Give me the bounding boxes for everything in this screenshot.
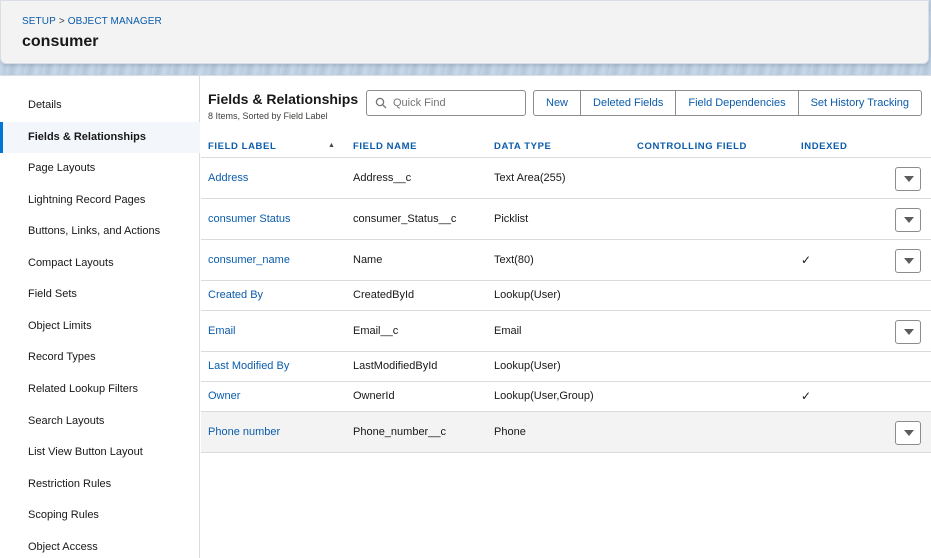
sidebar-item-compact-layouts[interactable]: Compact Layouts xyxy=(0,248,200,279)
column-header-field-name[interactable]: FIELD NAME xyxy=(353,141,417,152)
sidebar-item-restriction-rules[interactable]: Restriction Rules xyxy=(0,469,200,500)
set-history-tracking-button[interactable]: Set History Tracking xyxy=(799,91,921,115)
sidebar-item-buttons-links-and-actions[interactable]: Buttons, Links, and Actions xyxy=(0,216,200,247)
field-label-link[interactable]: Owner xyxy=(208,390,240,402)
field-name-cell: Phone_number__c xyxy=(353,426,446,438)
sidebar-item-related-lookup-filters[interactable]: Related Lookup Filters xyxy=(0,374,200,405)
field-name-cell: consumer_Status__c xyxy=(353,213,457,225)
data-type-cell: Text(80) xyxy=(494,254,534,266)
deleted-fields-button[interactable]: Deleted Fields xyxy=(581,91,677,115)
chevron-down-icon xyxy=(904,217,914,223)
breadcrumb-separator: > xyxy=(58,16,65,27)
field-name-cell: CreatedById xyxy=(353,289,415,301)
field-label-link[interactable]: consumer_name xyxy=(208,254,290,266)
table-row: consumer_name Name Text(80) ✓ xyxy=(201,240,931,281)
table-row: Email Email__c Email xyxy=(201,311,931,352)
new-button[interactable]: New xyxy=(534,91,582,115)
column-header-field-label[interactable]: FIELD LABEL xyxy=(208,141,276,152)
page-title: consumer xyxy=(22,33,99,50)
sort-ascending-icon[interactable]: ▲ xyxy=(328,142,335,149)
column-header-indexed[interactable]: INDEXED xyxy=(801,141,847,152)
sidebar-item-object-limits[interactable]: Object Limits xyxy=(0,311,200,342)
field-label-link[interactable]: Last Modified By xyxy=(208,360,289,372)
field-name-cell: Name xyxy=(353,254,383,266)
content-panel: Details Fields & Relationships Page Layout… xyxy=(0,75,931,558)
field-name-cell: OwnerId xyxy=(353,390,395,402)
search-icon xyxy=(375,97,387,109)
field-name-cell: LastModifiedById xyxy=(353,360,438,372)
sidebar: Details Fields & Relationships Page Layout… xyxy=(0,76,200,558)
indexed-check-icon: ✓ xyxy=(801,389,812,403)
toolbar-button-group: New Deleted Fields Field Dependencies Se… xyxy=(533,90,922,116)
field-dependencies-button[interactable]: Field Dependencies xyxy=(676,91,799,115)
table-row: Created By CreatedById Lookup(User) xyxy=(201,281,931,311)
row-actions-dropdown-button[interactable] xyxy=(895,421,921,445)
sidebar-item-fields-relationships[interactable]: Fields & Relationships xyxy=(0,122,200,153)
chevron-down-icon xyxy=(904,329,914,335)
table-row: Phone number Phone_number__c Phone xyxy=(201,412,931,453)
table-row: Address Address__c Text Area(255) xyxy=(201,158,931,199)
field-label-link[interactable]: Address xyxy=(208,172,248,184)
row-actions-dropdown-button[interactable] xyxy=(895,249,921,273)
field-label-link[interactable]: consumer Status xyxy=(208,213,291,225)
breadcrumb-setup[interactable]: SETUP xyxy=(22,16,56,27)
table-row: consumer Status consumer_Status__c Picklis… xyxy=(201,199,931,240)
data-type-cell: Lookup(User,Group) xyxy=(494,390,594,402)
row-actions-dropdown-button[interactable] xyxy=(895,320,921,344)
sidebar-item-object-access[interactable]: Object Access xyxy=(0,532,200,558)
data-type-cell: Lookup(User) xyxy=(494,289,561,301)
sidebar-item-details[interactable]: Details xyxy=(0,90,200,121)
sidebar-item-page-layouts[interactable]: Page Layouts xyxy=(0,153,200,184)
table-header: FIELD LABEL ▲ FIELD NAME DATA TYPE CONTR… xyxy=(201,134,931,158)
column-header-data-type[interactable]: DATA TYPE xyxy=(494,141,551,152)
column-header-controlling-field[interactable]: CONTROLLING FIELD xyxy=(637,141,747,152)
sidebar-item-lightning-record-pages[interactable]: Lightning Record Pages xyxy=(0,185,200,216)
sidebar-item-field-sets[interactable]: Field Sets xyxy=(0,279,200,310)
field-name-cell: Address__c xyxy=(353,172,412,184)
sidebar-item-list-view-button-layout[interactable]: List View Button Layout xyxy=(0,437,200,468)
row-actions-dropdown-button[interactable] xyxy=(895,167,921,191)
indexed-check-icon: ✓ xyxy=(801,253,812,267)
sidebar-item-scoping-rules[interactable]: Scoping Rules xyxy=(0,500,200,531)
section-subtitle: 8 Items, Sorted by Field Label xyxy=(208,111,328,121)
table-row: Last Modified By LastModifiedById Lookup(U… xyxy=(201,352,931,382)
section-title: Fields & Relationships xyxy=(208,91,359,107)
field-name-cell: Email__c xyxy=(353,325,399,337)
chevron-down-icon xyxy=(904,176,914,182)
sidebar-item-search-layouts[interactable]: Search Layouts xyxy=(0,406,200,437)
data-type-cell: Text Area(255) xyxy=(494,172,566,184)
quick-find-input[interactable] xyxy=(393,94,523,112)
main-content: Fields & Relationships 8 Items, Sorted b… xyxy=(201,76,931,558)
field-label-link[interactable]: Email xyxy=(208,325,236,337)
chevron-down-icon xyxy=(904,430,914,436)
breadcrumb: SETUP > OBJECT MANAGER xyxy=(22,16,162,27)
chevron-down-icon xyxy=(904,258,914,264)
data-type-cell: Phone xyxy=(494,426,526,438)
table-row: Owner OwnerId Lookup(User,Group) ✓ xyxy=(201,382,931,412)
data-type-cell: Email xyxy=(494,325,522,337)
data-type-cell: Picklist xyxy=(494,213,529,225)
data-type-cell: Lookup(User) xyxy=(494,360,561,372)
quick-find-search xyxy=(366,90,526,116)
sidebar-item-record-types[interactable]: Record Types xyxy=(0,342,200,373)
row-actions-dropdown-button[interactable] xyxy=(895,208,921,232)
page-header: SETUP > OBJECT MANAGER consumer xyxy=(0,0,929,64)
field-label-link[interactable]: Phone number xyxy=(208,426,280,438)
field-label-link[interactable]: Created By xyxy=(208,289,263,301)
breadcrumb-object-manager[interactable]: OBJECT MANAGER xyxy=(68,16,162,27)
